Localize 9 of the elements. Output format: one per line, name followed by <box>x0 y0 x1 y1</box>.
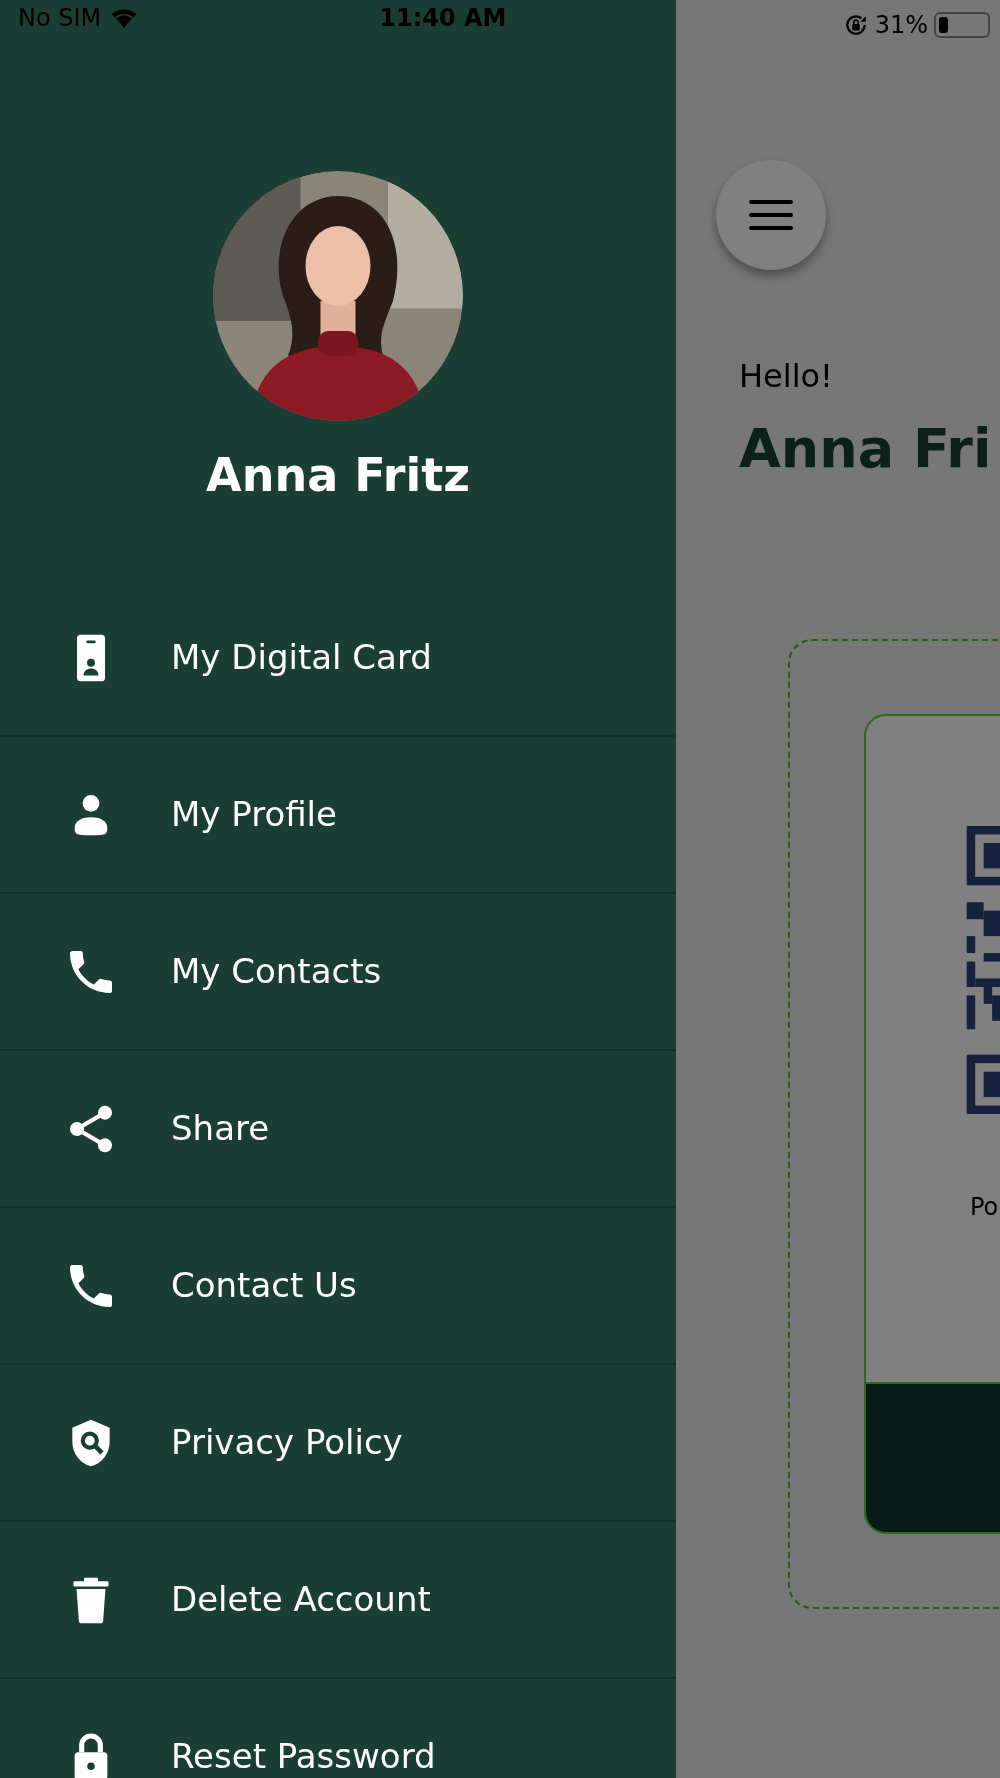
clock-text: 11:40 AM <box>379 3 507 34</box>
name-heading: Anna Fri <box>739 416 993 482</box>
card-caption: Po <box>970 1192 1000 1223</box>
battery-icon <box>934 12 990 38</box>
carrier-text: No SIM <box>18 3 102 34</box>
greeting-text: Hello! <box>739 356 834 397</box>
menu-icon <box>749 198 793 232</box>
user-name: Anna Fritz <box>206 447 470 504</box>
battery-percent: 31% <box>874 10 928 41</box>
